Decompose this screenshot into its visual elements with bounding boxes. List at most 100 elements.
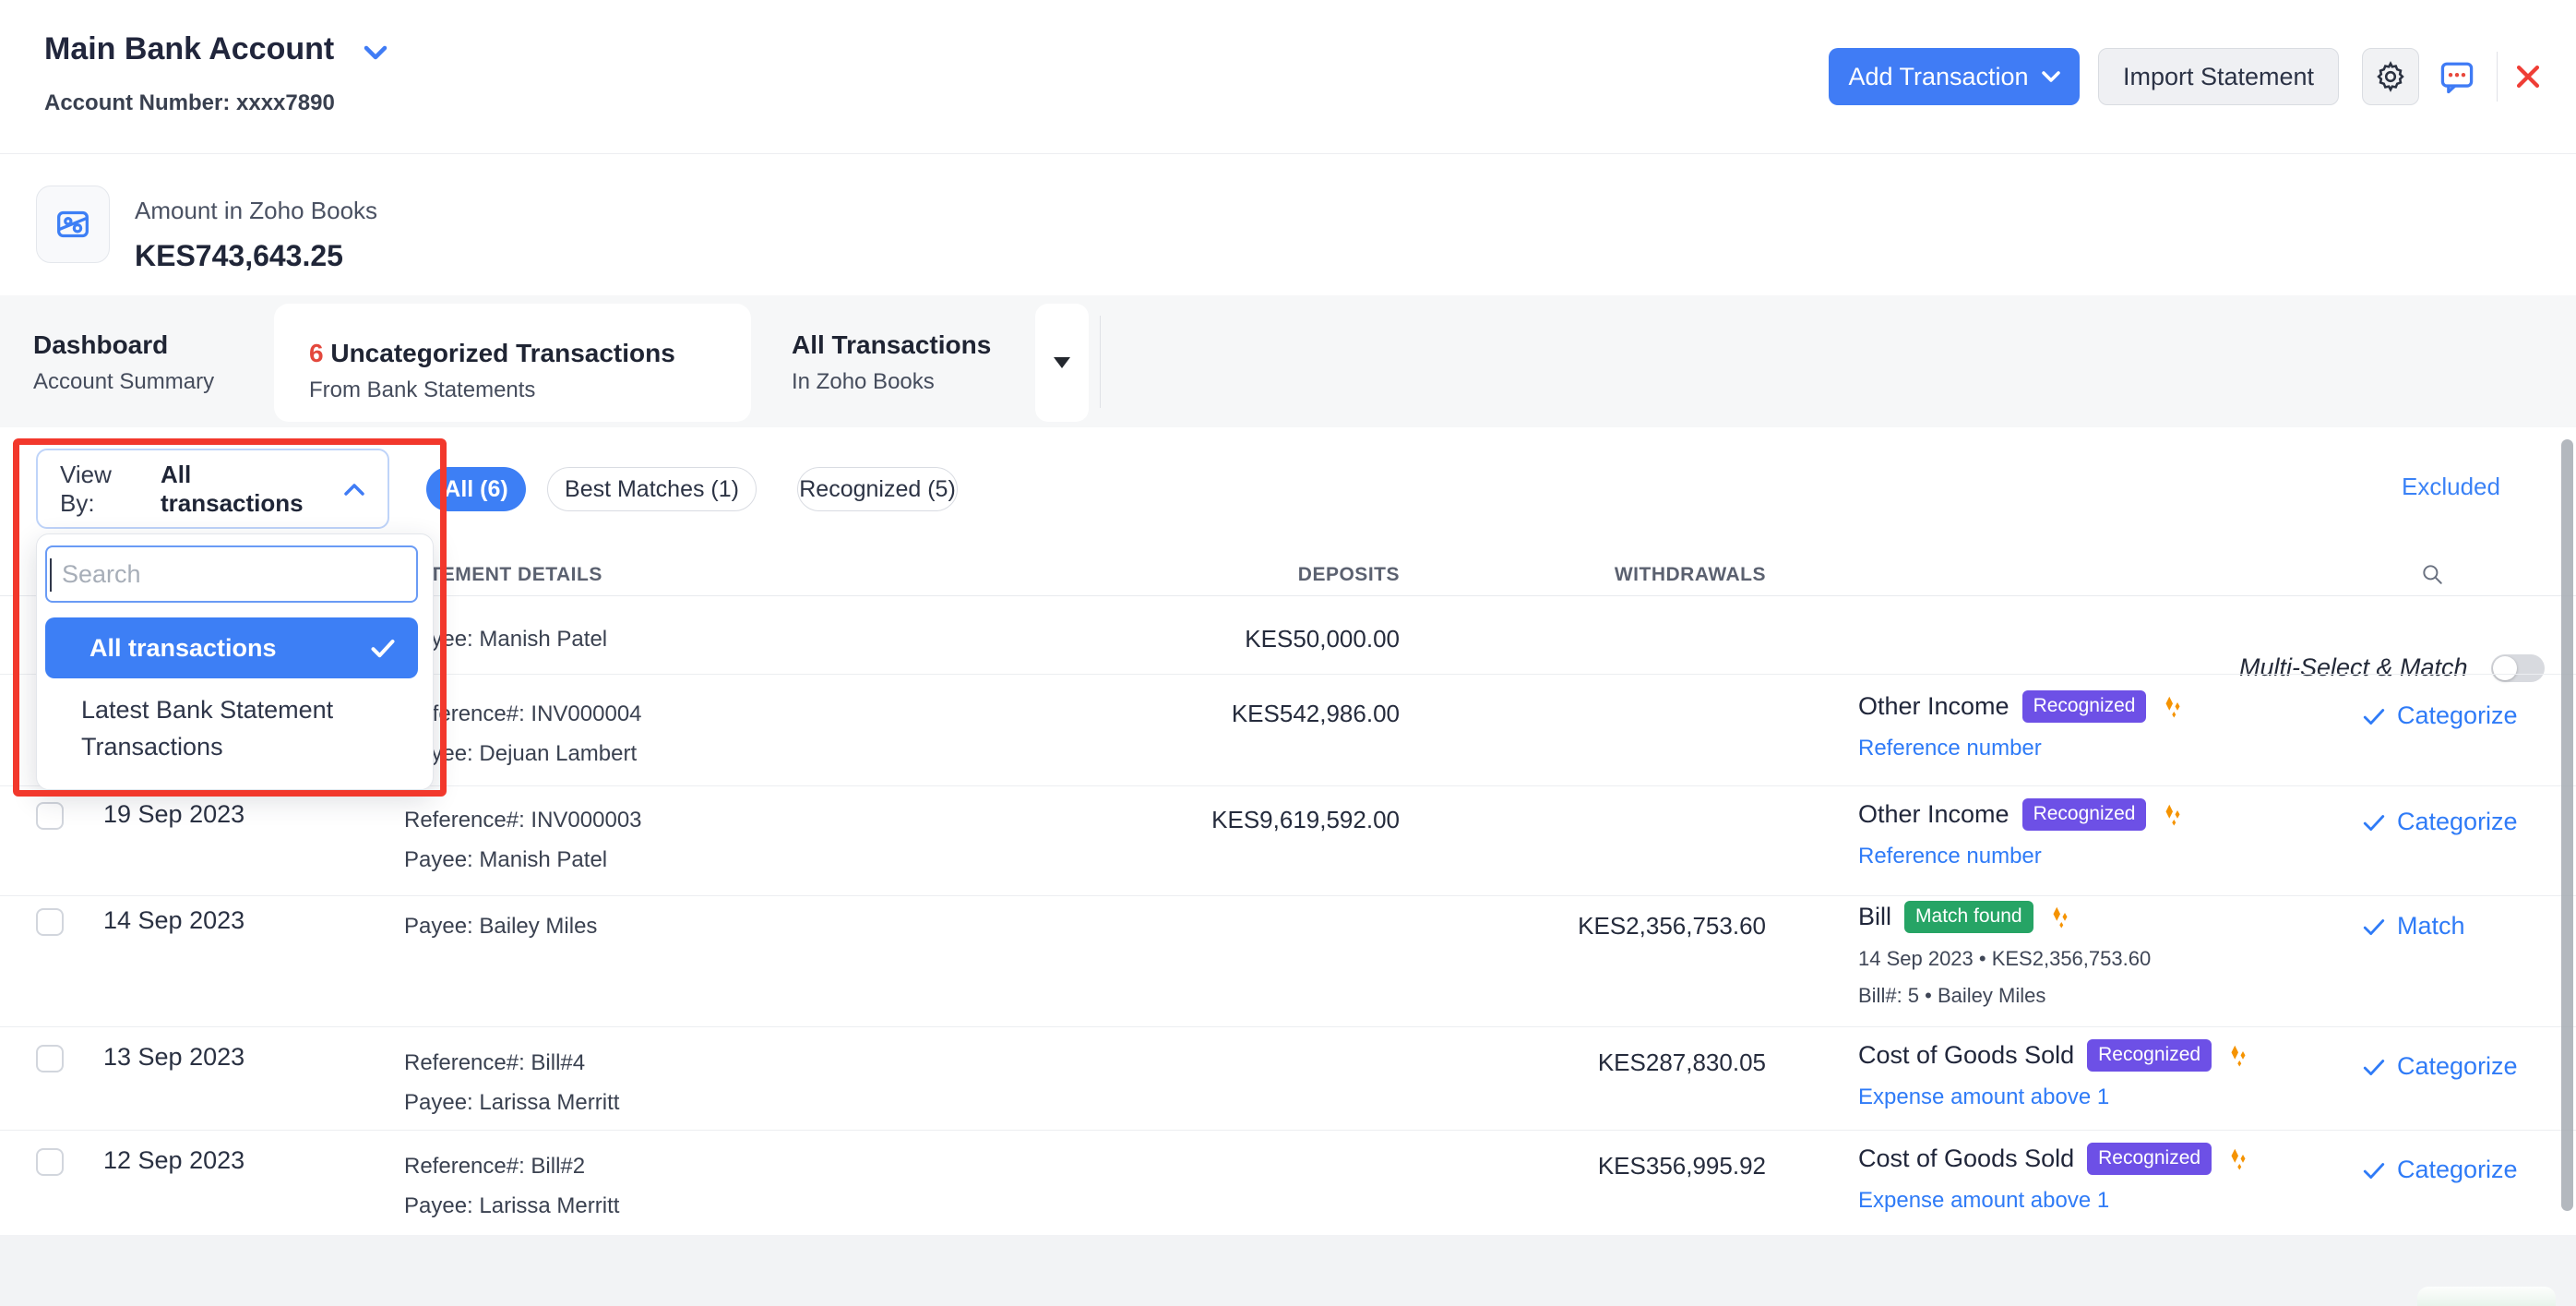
check-icon <box>2362 706 2386 726</box>
tab-all-transactions[interactable]: All Transactions In Zoho Books <box>792 295 991 427</box>
categorize-button[interactable]: Categorize <box>2362 701 2518 730</box>
transaction-date: 12 Sep 2023 <box>103 1146 244 1175</box>
account-number: Account Number: xxxx7890 <box>44 90 335 116</box>
tab-uncategorized-transactions[interactable]: 6 Uncategorized Transactions From Bank S… <box>274 304 751 422</box>
excluded-link[interactable]: Excluded <box>2402 473 2500 501</box>
tab-all-label: All Transactions <box>792 330 991 360</box>
withdrawal-amount: KES356,995.92 <box>1598 1152 1766 1180</box>
tab-dashboard[interactable]: Dashboard Account Summary <box>33 295 214 427</box>
header-divider <box>2497 52 2498 102</box>
add-transaction-button[interactable]: Add Transaction <box>1829 48 2080 105</box>
statement-details: Reference#: INV000003Payee: Manish Patel <box>404 800 642 880</box>
search-icon <box>2420 562 2444 586</box>
zoho-books-logo-icon <box>52 203 94 246</box>
match-detail-line: Bill#: 5 • Bailey Miles <box>1858 977 2375 1014</box>
row-checkbox[interactable] <box>36 802 64 830</box>
tab-divider <box>1100 316 1101 408</box>
check-icon <box>2362 1160 2386 1180</box>
close-icon <box>2512 61 2544 92</box>
category-name: Cost of Goods Sold <box>1858 1144 2074 1173</box>
chevron-down-icon <box>2042 70 2060 83</box>
amount-summary: Amount in Zoho Books KES743,643.25 <box>0 154 2576 295</box>
page-bottom-area <box>0 1235 2576 1306</box>
banking-screen: Main Bank Account Account Number: xxxx78… <box>0 0 2576 1306</box>
gear-icon <box>2374 60 2407 93</box>
top-header: Main Bank Account Account Number: xxxx78… <box>0 0 2576 154</box>
dropdown-option-all-transactions[interactable]: All transactions <box>45 617 418 678</box>
sparkle-icon <box>2159 801 2187 829</box>
feedback-button[interactable] <box>2436 55 2478 98</box>
table-row[interactable]: 19 Sep 2023 Reference#: INV000003Payee: … <box>0 785 2576 896</box>
row-checkbox[interactable] <box>36 908 64 936</box>
statement-details: Payee: Manish Patel <box>404 619 607 659</box>
tab-bar: Dashboard Account Summary 6 Uncategorize… <box>0 295 2576 427</box>
table-search-button[interactable] <box>2414 556 2451 593</box>
recognized-badge: Recognized <box>2087 1039 2212 1072</box>
withdrawal-amount: KES2,356,753.60 <box>1578 912 1766 941</box>
view-by-label: View By: <box>60 461 148 518</box>
view-by-dropdown-trigger[interactable]: View By: All transactions <box>36 449 389 529</box>
sparkle-icon <box>2224 1145 2252 1173</box>
categorize-button[interactable]: Categorize <box>2362 808 2518 836</box>
text-caret <box>50 558 52 592</box>
table-row[interactable]: 14 Sep 2023 Payee: Bailey Miles KES2,356… <box>0 895 2576 1027</box>
check-icon <box>2362 812 2386 833</box>
zoho-books-logo-card <box>36 186 110 263</box>
check-icon <box>370 637 396 659</box>
uncategorized-count: 6 <box>309 339 324 367</box>
close-button[interactable] <box>2510 55 2546 98</box>
category-cell: Cost of Goods Sold Recognized Expense am… <box>1858 1039 2375 1110</box>
rule-link[interactable]: Expense amount above 1 <box>1858 1084 2109 1110</box>
row-checkbox[interactable] <box>36 1148 64 1176</box>
vertical-scrollbar[interactable] <box>2561 439 2573 1211</box>
search-input[interactable] <box>45 545 418 603</box>
category-cell: Other Income Recognized Reference number <box>1858 690 2375 761</box>
sparkle-icon <box>2224 1042 2252 1070</box>
row-checkbox[interactable] <box>36 1045 64 1072</box>
statement-details: Payee: Bailey Miles <box>404 906 597 946</box>
help-widget-peek <box>2417 1287 2556 1306</box>
deposit-amount: KES542,986.00 <box>1232 700 1400 728</box>
dropdown-option-latest-bank-statement[interactable]: Latest Bank Statement Transactions <box>45 691 395 765</box>
filter-pill-recognized[interactable]: Recognized (5) <box>797 467 958 511</box>
categorize-button[interactable]: Categorize <box>2362 1156 2518 1184</box>
more-tabs-button[interactable] <box>1035 304 1089 422</box>
deposit-amount: KES50,000.00 <box>1245 625 1400 653</box>
withdrawal-amount: KES287,830.05 <box>1598 1048 1766 1077</box>
filter-pill-best-matches[interactable]: Best Matches (1) <box>547 467 757 511</box>
transaction-date: 19 Sep 2023 <box>103 800 244 829</box>
add-transaction-label: Add Transaction <box>1848 63 2028 91</box>
tab-dashboard-sublabel: Account Summary <box>33 369 214 395</box>
import-statement-button[interactable]: Import Statement <box>2098 48 2339 105</box>
statement-details: Reference#: Bill#4Payee: Larissa Merritt <box>404 1043 619 1122</box>
col-deposits: DEPOSITS <box>1298 564 1400 586</box>
rule-link[interactable]: Reference number <box>1858 844 2042 869</box>
match-found-badge: Match found <box>1904 901 2033 933</box>
table-row[interactable]: 13 Sep 2023 Reference#: Bill#4Payee: Lar… <box>0 1026 2576 1131</box>
amount-value: KES743,643.25 <box>135 239 343 273</box>
tab-uncategorized-sublabel: From Bank Statements <box>309 377 751 403</box>
statement-details: Reference#: Bill#2Payee: Larissa Merritt <box>404 1146 619 1226</box>
check-icon <box>2362 917 2386 937</box>
sparkle-icon <box>2046 904 2074 931</box>
view-by-dropdown-panel: All transactions Latest Bank Statement T… <box>36 533 434 790</box>
transaction-date: 14 Sep 2023 <box>103 906 244 935</box>
filter-pill-all[interactable]: All (6) <box>426 467 526 511</box>
match-button[interactable]: Match <box>2362 912 2465 941</box>
settings-button[interactable] <box>2362 48 2419 105</box>
table-row[interactable]: 12 Sep 2023 Reference#: Bill#2Payee: Lar… <box>0 1130 2576 1236</box>
sparkle-icon <box>2159 693 2187 721</box>
tab-uncategorized-label: 6 Uncategorized Transactions <box>309 339 751 368</box>
categorize-button[interactable]: Categorize <box>2362 1052 2518 1081</box>
tab-dashboard-label: Dashboard <box>33 330 214 360</box>
category-name: Other Income <box>1858 800 2010 829</box>
amount-label: Amount in Zoho Books <box>135 197 377 225</box>
rule-link[interactable]: Reference number <box>1858 736 2042 761</box>
view-by-value: All transactions <box>161 461 330 518</box>
transaction-date: 13 Sep 2023 <box>103 1043 244 1072</box>
chevron-down-icon[interactable] <box>364 44 388 61</box>
tab-all-sublabel: In Zoho Books <box>792 369 991 395</box>
rule-link[interactable]: Expense amount above 1 <box>1858 1188 2109 1214</box>
import-statement-label: Import Statement <box>2123 63 2314 91</box>
chevron-up-icon <box>343 482 365 497</box>
